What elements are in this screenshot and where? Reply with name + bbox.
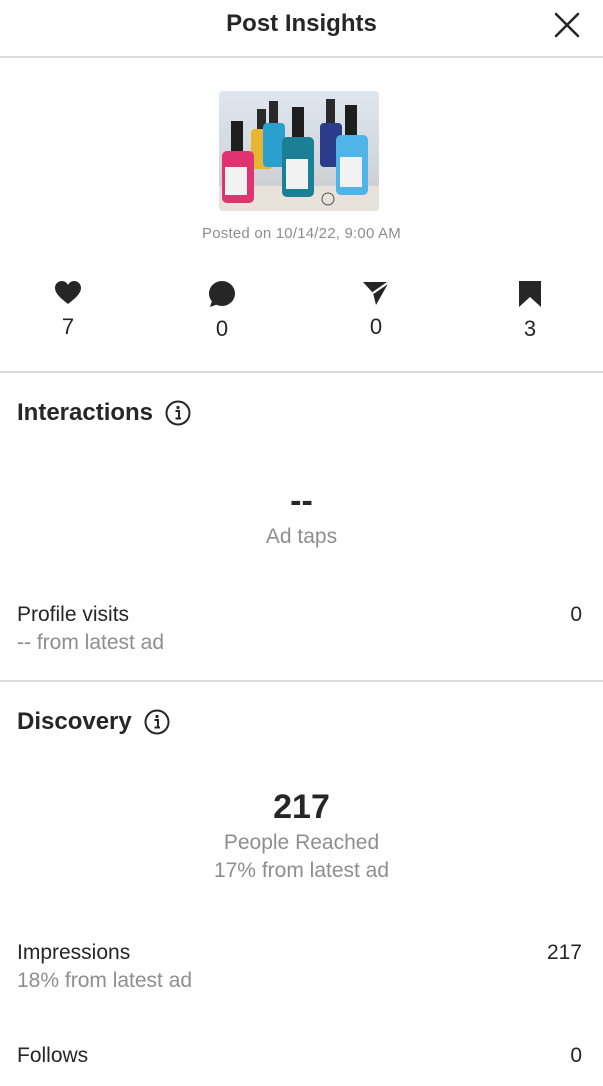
people-reached-label: People Reached (223, 831, 380, 854)
heart-icon (55, 281, 81, 304)
row-value: 0 (570, 1044, 582, 1067)
row-label: Profile visits (17, 603, 130, 626)
follows-row: Follows 0 (17, 1044, 582, 1068)
likes-stat: 7 (28, 280, 108, 340)
discovery-heading: Discovery (17, 708, 170, 736)
row-sub: -- from latest ad (17, 631, 165, 654)
comments-stat: 0 (182, 280, 262, 342)
people-reached-change: 17% from latest ad (213, 859, 390, 882)
shares-stat: 0 (336, 280, 416, 340)
discovery-title: Discovery (17, 708, 132, 735)
row-label: Impressions (17, 941, 131, 964)
shares-count: 0 (369, 314, 383, 339)
profile-visits-row: Profile visits -- from latest ad 0 (17, 603, 582, 655)
saves-stat: 3 (490, 280, 570, 342)
divider (0, 371, 603, 373)
ad-taps-metric: -- Ad taps (0, 482, 603, 549)
people-reached-value: 217 (273, 788, 330, 826)
ink-bottles-photo (219, 91, 379, 211)
row-sub: 18% from latest ad (17, 969, 193, 992)
saves-count: 3 (523, 316, 537, 341)
row-value: 0 (570, 603, 582, 626)
interactions-heading: Interactions (17, 399, 191, 427)
divider (0, 680, 603, 682)
comments-count: 0 (215, 316, 229, 341)
people-reached-metric: 217 People Reached 17% from latest ad (0, 788, 603, 883)
posted-date: Posted on 10/14/22, 9:00 AM (202, 225, 401, 242)
row-value: 217 (546, 941, 582, 964)
header: Post Insights (0, 0, 603, 58)
close-icon (554, 12, 580, 38)
ad-taps-label: Ad taps (265, 525, 338, 548)
info-icon[interactable] (144, 709, 170, 735)
row-label: Follows (17, 1044, 89, 1067)
likes-count: 7 (61, 314, 75, 339)
info-icon[interactable] (165, 400, 191, 426)
close-button[interactable] (550, 8, 584, 42)
page-title: Post Insights (226, 10, 377, 37)
comment-icon (209, 281, 235, 307)
bookmark-icon (519, 281, 541, 307)
impressions-row: Impressions 18% from latest ad 217 (17, 941, 582, 993)
ad-taps-value: -- (290, 482, 313, 520)
post-thumbnail[interactable] (219, 91, 379, 211)
post-insights-screen: Post Insights Posted on 10/14/22, 9:00 A… (0, 0, 603, 1086)
interactions-title: Interactions (17, 399, 154, 426)
share-icon (363, 281, 390, 305)
